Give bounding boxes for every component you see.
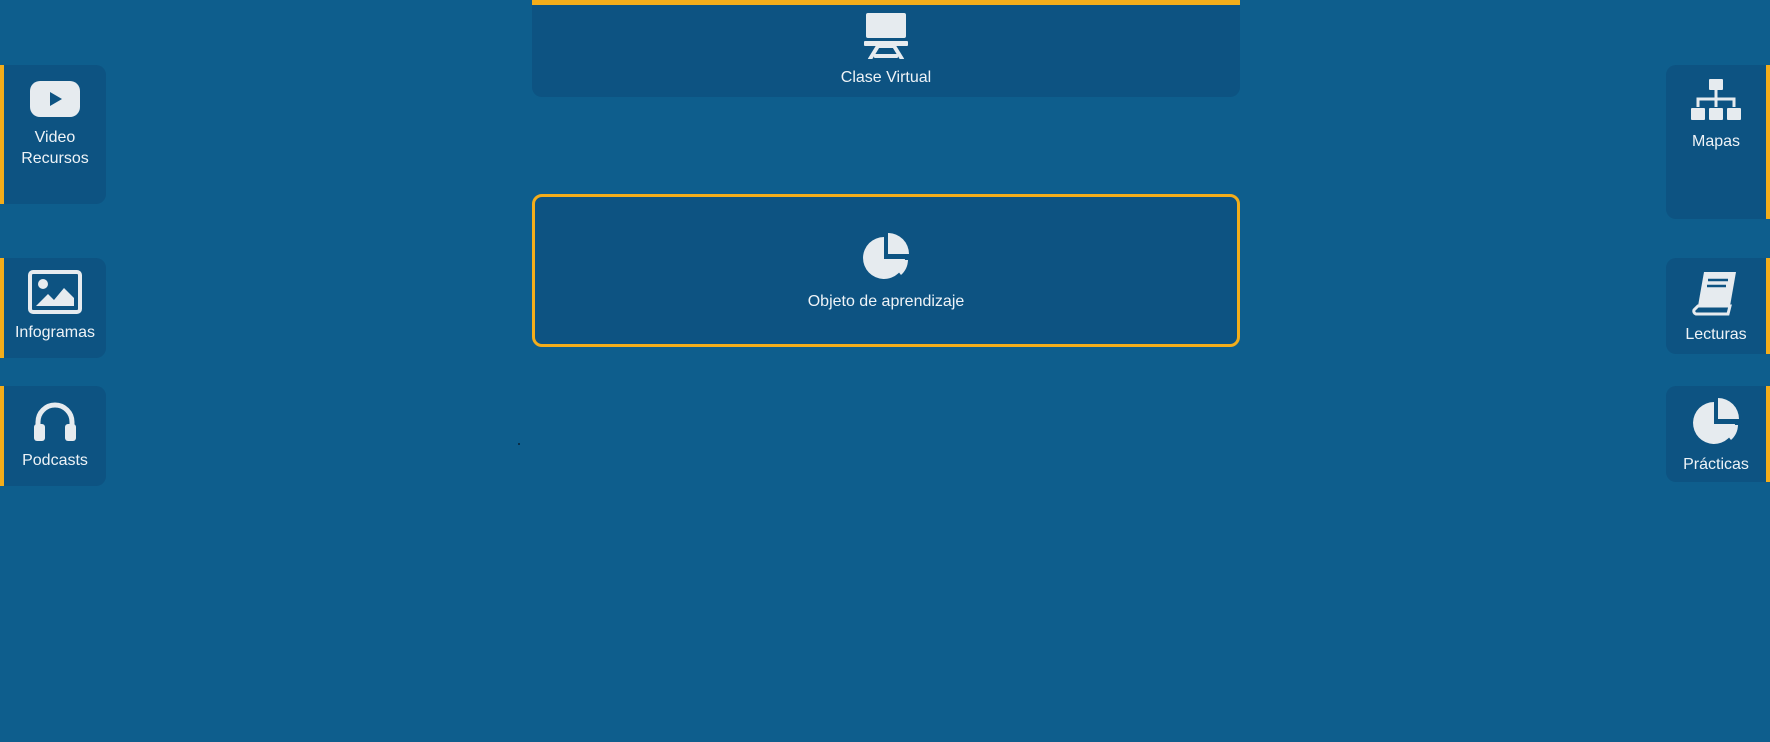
clase-virtual-card[interactable]: Clase Virtual: [532, 0, 1240, 97]
youtube-play-icon: [30, 81, 80, 117]
image-icon: [28, 270, 82, 314]
video-recursos-label: Video Recursos: [21, 129, 89, 167]
podcasts-card[interactable]: Podcasts: [0, 386, 106, 486]
book-icon: [1692, 270, 1740, 316]
pie-chart-icon: [1691, 398, 1741, 446]
objeto-aprendizaje-card[interactable]: Objeto de aprendizaje: [532, 194, 1240, 347]
podcasts-label: Podcasts: [22, 452, 88, 469]
practicas-card[interactable]: Prácticas: [1666, 386, 1770, 482]
infogramas-label: Infogramas: [14, 324, 96, 341]
sitemap-icon: [1690, 79, 1742, 123]
objeto-aprendizaje-label: Objeto de aprendizaje: [807, 293, 965, 310]
mapas-card[interactable]: Mapas: [1666, 65, 1770, 219]
presentation-board-icon: [864, 13, 908, 59]
mapas-label: Mapas: [1691, 133, 1741, 150]
lecturas-card[interactable]: Lecturas: [1666, 258, 1770, 354]
infogramas-card[interactable]: Infogramas: [0, 258, 106, 358]
lecturas-label: Lecturas: [1685, 326, 1747, 343]
clase-virtual-label: Clase Virtual: [840, 69, 932, 86]
pie-chart-icon: [861, 233, 911, 281]
video-recursos-card[interactable]: Video Recursos: [0, 65, 106, 204]
headphones-icon: [32, 400, 78, 442]
practicas-label: Prácticas: [1683, 456, 1749, 473]
stray-dot: [518, 443, 520, 445]
